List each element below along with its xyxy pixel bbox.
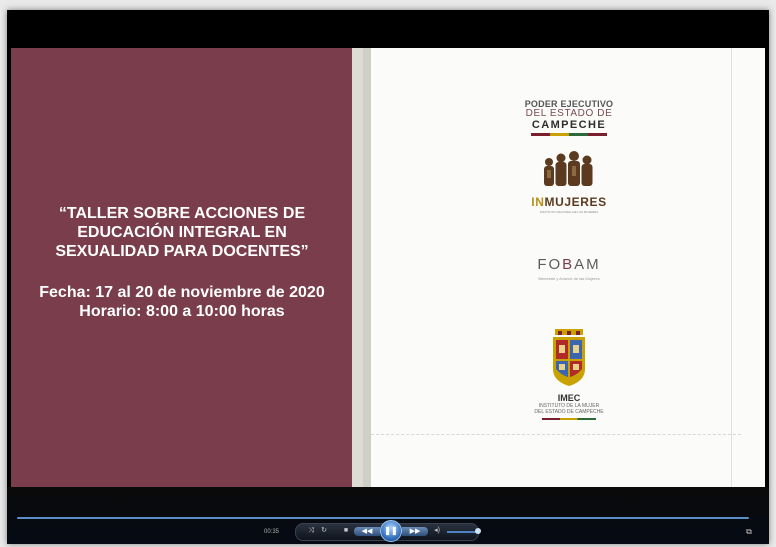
slide-edge-line (731, 48, 732, 487)
imec-logo: IMEC INSTITUTO DE LA MUJER DEL ESTADO DE… (519, 329, 619, 420)
fobam-part3: AM (574, 256, 601, 273)
inmujeres-subtitle: INSTITUTO NACIONAL DE LAS MUJERES (539, 210, 599, 214)
workshop-date: Fecha: 17 al 20 de noviembre de 2020 (39, 284, 325, 301)
poder-ejecutivo-logo: PODER EJECUTIVO DEL ESTADO DE CAMPECHE (499, 99, 639, 136)
imec-name: IMEC (557, 393, 581, 403)
slide-divider-inner (363, 48, 371, 487)
imec-subtitle-line2: DEL ESTADO DE CAMPECHE (534, 409, 604, 415)
inmujeres-name: INMUJERES (511, 195, 627, 209)
fobam-logo: FOBAM Bienestar y Avance de las Mujeres (517, 256, 621, 281)
previous-button[interactable]: ◀◀ (354, 527, 380, 536)
repeat-button[interactable]: ↻ (319, 526, 329, 536)
campeche-coat-of-arms-icon (553, 329, 585, 386)
shuffle-button[interactable]: ⤨ (305, 526, 317, 536)
next-button[interactable]: ▶▶ (402, 527, 428, 536)
seek-bar[interactable] (17, 517, 749, 519)
fobam-subtitle: Bienestar y Avance de las Mujeres (538, 276, 600, 281)
switch-view-button[interactable]: ⧉ (744, 527, 754, 537)
workshop-title-line: “TALLER SOBRE ACCIONES DE (58, 205, 306, 222)
stop-button[interactable]: ■ (341, 526, 351, 536)
inmujeres-logo: INMUJERES INSTITUTO NACIONAL DE LAS MUJE… (511, 148, 627, 214)
fobam-name: FOBAM (517, 256, 621, 273)
fobam-part1: FO (537, 256, 563, 273)
video-frame[interactable]: “TALLER SOBRE ACCIONES DE EDUCACIÓN INTE… (11, 48, 765, 487)
workshop-title: “TALLER SOBRE ACCIONES DE EDUCACIÓN INTE… (31, 204, 333, 261)
player-control-bar: 00:35 ⤨ ↻ ■ ◀◀ ❚❚ ▶▶ ◂) ⧉ (7, 487, 769, 544)
poder-logo-line3: CAMPECHE (531, 119, 607, 131)
workshop-hours: Horario: 8:00 a 10:00 horas (79, 303, 285, 320)
pause-button[interactable]: ❚❚ (380, 520, 402, 542)
inmujeres-suffix: MUJERES (544, 195, 607, 209)
elapsed-time: 00:35 (264, 529, 280, 535)
media-player-window: “TALLER SOBRE ACCIONES DE EDUCACIÓN INTE… (7, 10, 769, 544)
poder-logo-line2: DEL ESTADO DE (525, 108, 613, 119)
imec-color-bar (542, 418, 596, 420)
volume-slider-handle[interactable] (475, 528, 481, 534)
workshop-title-line: SEXUALIDAD PARA DOCENTES” (55, 243, 309, 260)
inmujeres-figures-icon (544, 151, 593, 186)
poder-logo-color-bar (531, 133, 607, 136)
fobam-part2: B (562, 256, 575, 273)
mute-button[interactable]: ◂) (432, 526, 442, 536)
slide-title-panel (11, 48, 352, 487)
workshop-title-line: EDUCACIÓN INTEGRAL EN (77, 224, 287, 241)
inmujeres-prefix: IN (531, 195, 545, 209)
slide-dashed-line (371, 434, 741, 435)
workshop-schedule: Fecha: 17 al 20 de noviembre de 2020 Hor… (19, 283, 345, 321)
